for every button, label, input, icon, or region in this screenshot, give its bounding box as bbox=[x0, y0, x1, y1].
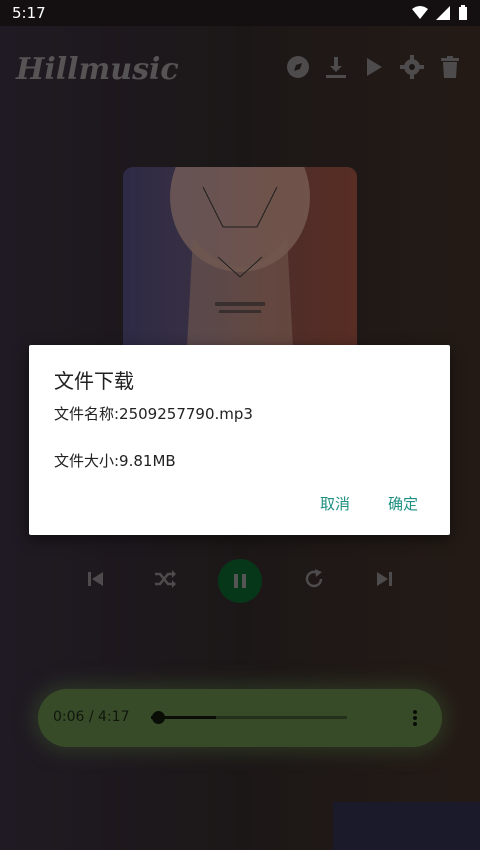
signal-icon bbox=[436, 6, 450, 20]
dialog-title: 文件下载 bbox=[54, 369, 134, 393]
status-bar: 5:17 bbox=[0, 0, 480, 26]
battery-icon bbox=[459, 5, 467, 20]
file-name-text: 文件名称:2509257790.mp3 bbox=[54, 405, 253, 423]
status-icons bbox=[412, 5, 468, 21]
status-time: 5:17 bbox=[12, 4, 46, 22]
cancel-button[interactable]: 取消 bbox=[320, 493, 350, 514]
watermark-logo bbox=[333, 802, 480, 850]
confirm-button[interactable]: 确定 bbox=[388, 493, 418, 514]
wifi-icon bbox=[412, 6, 428, 19]
download-dialog: 文件下载 文件名称:2509257790.mp3 文件大小:9.81MB 取消 … bbox=[29, 345, 450, 535]
file-size-text: 文件大小:9.81MB bbox=[54, 452, 176, 470]
